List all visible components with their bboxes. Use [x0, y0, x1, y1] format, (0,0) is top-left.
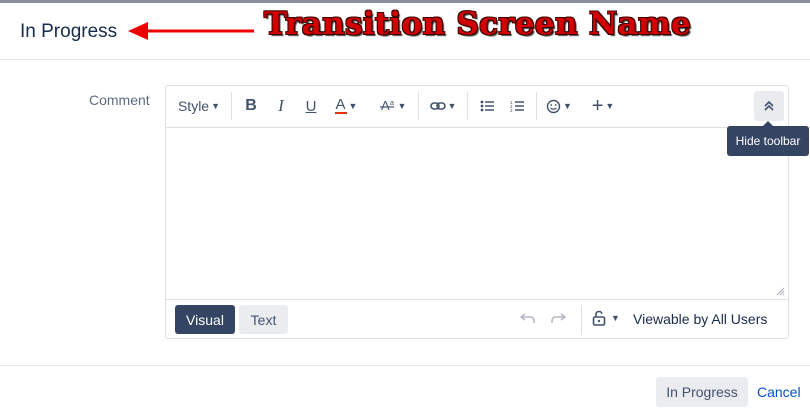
- toolbar-divider: [418, 92, 419, 120]
- svg-text:A: A: [381, 98, 390, 113]
- comment-textarea[interactable]: [166, 128, 788, 299]
- more-formatting-button[interactable]: A a ▼: [378, 94, 408, 118]
- chevron-down-icon: ▼: [348, 101, 358, 111]
- footer-divider: [581, 305, 582, 335]
- chevron-down-icon: ▼: [397, 101, 407, 111]
- style-dropdown[interactable]: Style ▼: [177, 94, 221, 118]
- unlock-icon: [592, 310, 606, 326]
- annotation-arrow-icon: [128, 22, 254, 40]
- bullet-list-button[interactable]: [475, 94, 499, 118]
- numbered-list-icon: 1 2 3: [510, 100, 524, 112]
- annotation-label: Transition Screen Name: [264, 6, 692, 42]
- chevron-down-icon: ▼: [605, 101, 615, 111]
- italic-button[interactable]: I: [269, 94, 293, 118]
- resize-handle-icon[interactable]: [776, 287, 785, 296]
- cancel-link[interactable]: Cancel: [757, 384, 801, 400]
- comment-editor: Style ▼ B I U A ▼ A a ▼ ▼ 1 2 3 ▼ + ▼ Vi…: [165, 85, 789, 339]
- more-formatting-icon: A a: [379, 98, 394, 113]
- hide-toolbar-button[interactable]: [754, 91, 784, 121]
- link-icon: [429, 102, 446, 110]
- style-label: Style: [177, 98, 210, 114]
- redo-icon[interactable]: [550, 312, 566, 324]
- link-button[interactable]: ▼: [428, 94, 458, 118]
- text-mode-tab[interactable]: Text: [239, 305, 288, 334]
- bold-button[interactable]: B: [239, 94, 263, 118]
- emoji-button[interactable]: ▼: [544, 94, 574, 118]
- italic-icon: I: [278, 96, 284, 115]
- transition-submit-button[interactable]: In Progress: [656, 377, 748, 407]
- toolbar-divider: [536, 92, 537, 120]
- bullet-list-icon: [480, 100, 494, 112]
- visual-mode-tab[interactable]: Visual: [175, 305, 235, 334]
- numbered-list-button[interactable]: 1 2 3: [505, 94, 529, 118]
- underline-button[interactable]: U: [299, 94, 323, 118]
- editor-toolbar: Style ▼ B I U A ▼ A a ▼ ▼ 1 2 3 ▼ + ▼: [166, 86, 788, 128]
- hide-toolbar-tooltip: Hide toolbar: [727, 126, 809, 156]
- svg-text:3: 3: [510, 108, 513, 112]
- toolbar-divider: [231, 92, 232, 120]
- bold-icon: B: [245, 97, 257, 114]
- emoji-icon: [546, 99, 561, 113]
- collapse-toolbar-icon: [764, 100, 774, 111]
- underline-icon: U: [305, 97, 317, 115]
- comment-label: Comment: [89, 92, 150, 108]
- chevron-down-icon: ▼: [563, 101, 572, 111]
- dialog-title: In Progress: [20, 21, 118, 42]
- toolbar-divider: [467, 92, 468, 120]
- svg-text:a: a: [390, 100, 394, 107]
- editor-footer: Visual Text ▼ Viewable by All Users: [166, 299, 788, 339]
- undo-icon[interactable]: [520, 312, 536, 324]
- visibility-dropdown[interactable]: ▼: [592, 310, 620, 326]
- visibility-label: Viewable by All Users: [633, 311, 768, 327]
- insert-more-icon: +: [591, 95, 604, 117]
- chevron-down-icon: ▼: [611, 313, 620, 323]
- chevron-down-icon: ▼: [447, 101, 457, 111]
- footer-divider: [0, 365, 810, 366]
- chevron-down-icon: ▼: [211, 101, 221, 111]
- text-color-icon: A: [334, 96, 347, 114]
- insert-more-button[interactable]: + ▼: [588, 94, 618, 118]
- text-color-button[interactable]: A ▼: [330, 94, 362, 118]
